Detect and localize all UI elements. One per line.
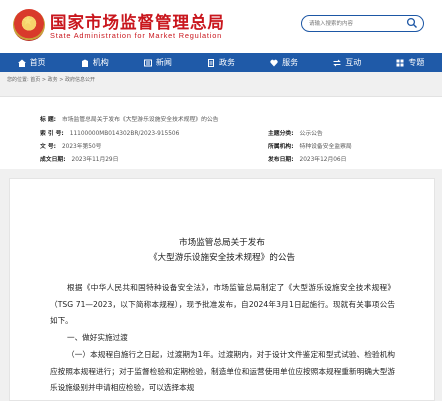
article-title-line2: 《大型游乐设施安全技术规程》的公告 (148, 253, 296, 263)
meta-published-value: 2023年12月06日 (299, 157, 347, 163)
breadcrumb[interactable]: 您的位置: 首页 > 政务 > 政府信息公开 (7, 76, 95, 83)
meta-index-key: 索 引 号: (40, 131, 64, 137)
meta-title-key: 标 题: (40, 117, 56, 123)
nav-item-label: 服务 (282, 58, 299, 67)
meta-category-value: 公示公告 (299, 131, 323, 137)
main-nav: 首页 机构 新闻 政务 服务 互动 专题 (0, 53, 442, 72)
building-icon (81, 59, 88, 67)
meta-index: 索 引 号: 11100000MB014302BR/2023-915506 (40, 128, 179, 137)
meta-category: 主题分类: 公示公告 (268, 128, 323, 137)
meta-created-key: 成文日期: (40, 157, 66, 163)
news-icon (143, 59, 152, 66)
nav-item-label: 新闻 (155, 58, 172, 67)
nav-item-label: 机构 (92, 58, 109, 67)
meta-index-value: 11100000MB014302BR/2023-915506 (69, 131, 180, 137)
nav-item-label: 专题 (408, 58, 425, 67)
heart-icon (270, 59, 278, 66)
search-input[interactable]: 请输入搜索的内容 (301, 15, 424, 32)
meta-created-date: 成文日期: 2023年11月29日 (40, 154, 118, 163)
search-icon[interactable] (406, 17, 418, 29)
nav-item-label: 政务 (218, 58, 235, 67)
search-placeholder: 请输入搜索的内容 (309, 21, 354, 27)
nav-item-label: 互动 (345, 58, 362, 67)
meta-created-value: 2023年11月29日 (71, 157, 119, 163)
exchange-icon (333, 59, 341, 66)
meta-published-key: 发布日期: (268, 157, 294, 163)
meta-category-key: 主题分类: (268, 131, 294, 137)
meta-published-date: 发布日期: 2023年12月06日 (268, 154, 346, 163)
nav-item-label: 首页 (29, 58, 46, 67)
meta-doc-value: 2023年第50号 (61, 144, 102, 150)
nav-item-affairs[interactable]: 政务 (189, 53, 252, 72)
nav-item-topics[interactable]: 专题 (379, 53, 442, 72)
meta-doc-number: 文 号: 2023年第50号 (40, 141, 101, 150)
nav-item-news[interactable]: 新闻 (126, 53, 189, 72)
article-section-heading: 一、做好实施过渡 (67, 333, 128, 342)
article-body: 市场监管总局关于发布 《大型游乐设施安全技术规程》的公告 根据《中华人民共和国特… (9, 178, 435, 401)
home-icon (17, 59, 26, 67)
document-icon (207, 58, 214, 67)
article-paragraph: 根据《中华人民共和国特种设备安全法》，市场监管总局制定了《大型游乐设施安全技术规… (50, 283, 395, 325)
nav-item-agencies[interactable]: 机构 (63, 53, 126, 72)
nav-item-home[interactable]: 首页 (0, 53, 63, 72)
nav-item-services[interactable]: 服务 (253, 53, 316, 72)
site-header: 国家市场监督管理总局 State Administration for Mark… (0, 0, 442, 53)
meta-title: 标 题: 市场监管总局关于发布《大型游乐设施安全技术规程》的公告 (40, 114, 218, 123)
meta-org-value: 特种设备安全监察局 (299, 144, 352, 150)
meta-org-key: 所属机构: (268, 144, 294, 150)
site-title[interactable]: 国家市场监督管理总局 (50, 9, 225, 33)
nav-item-interaction[interactable]: 互动 (316, 53, 379, 72)
meta-title-value: 市场监管总局关于发布《大型游乐设施安全技术规程》的公告 (61, 117, 219, 123)
site-subtitle: State Administration for Market Regulati… (50, 31, 223, 40)
article-paragraph: （一）本规程自施行之日起，过渡期为1年。过渡期内，对于设计文件鉴定和型式试验、检… (50, 350, 395, 392)
document-meta-panel: 标 题: 市场监管总局关于发布《大型游乐设施安全技术规程》的公告 索 引 号: 11… (0, 96, 442, 169)
meta-doc-key: 文 号: (40, 144, 56, 150)
meta-organization: 所属机构: 特种设备安全监察局 (268, 141, 352, 150)
topic-icon (396, 59, 404, 66)
national-emblem-icon[interactable] (13, 9, 45, 41)
article-title-line1: 市场监管总局关于发布 (179, 238, 265, 248)
